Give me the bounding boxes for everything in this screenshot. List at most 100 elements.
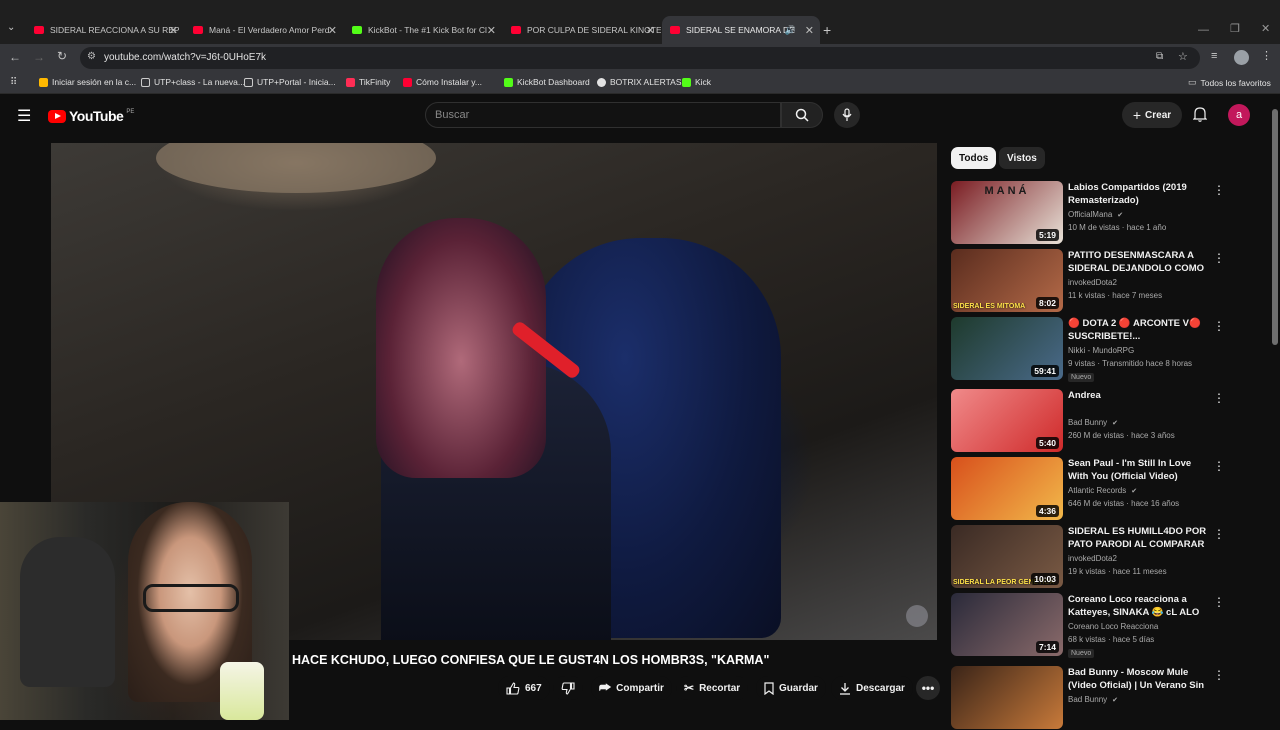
recommendation-item[interactable]: Bad Bunny - Moscow Mule (Video Oficial) … <box>951 666 1251 730</box>
more-options-icon[interactable]: ⋮ <box>1213 668 1225 682</box>
recommendation-channel[interactable]: Coreano Loco Reacciona <box>1068 622 1158 631</box>
download-button[interactable]: Descargar <box>831 676 913 700</box>
more-options-icon[interactable]: ⋮ <box>1213 459 1225 473</box>
recommendation-item[interactable]: MANÁ 5:19 Labios Compartidos (2019 Remaste… <box>951 181 1251 245</box>
minimize-icon[interactable]: — <box>1198 24 1209 36</box>
bookmark-label: Kick <box>695 77 712 87</box>
recommendation-item[interactable]: 59:41 🔴 DOTA 2 🔴 ARCONTE V🔴 SUSCRIBETE!..… <box>951 317 1251 382</box>
close-tab-icon[interactable]: ✕ <box>487 24 496 37</box>
like-count: 667 <box>525 682 542 694</box>
bookmark-item[interactable]: Kick <box>682 77 711 87</box>
channel-watermark-icon[interactable] <box>906 605 928 627</box>
chip-watched[interactable]: Vistos <box>999 147 1045 169</box>
bookmark-item[interactable]: UTP+class - La nueva... <box>141 77 245 87</box>
voice-search-button[interactable] <box>834 102 860 128</box>
audio-playing-icon[interactable]: 🔊 <box>785 25 796 36</box>
close-tab-icon[interactable]: ✕ <box>169 24 178 37</box>
recommendation-title[interactable]: Andrea <box>1068 389 1208 402</box>
bookmark-item[interactable]: Cómo Instalar y... <box>403 77 482 87</box>
dislike-button[interactable] <box>553 676 583 700</box>
bookmark-item[interactable]: BOTRIX ALERTAS <box>597 77 682 87</box>
browser-tab-2[interactable]: Maná - El Verdadero Amor Perd ✕ <box>185 16 343 44</box>
recommendation-title[interactable]: Bad Bunny - Moscow Mule (Video Oficial) … <box>1068 666 1208 693</box>
browser-tab-4[interactable]: POR CULPA DE SIDERAL KINGTE ✕ <box>503 16 661 44</box>
scrollbar-thumb[interactable] <box>1272 109 1278 345</box>
more-options-icon[interactable]: ⋮ <box>1213 391 1225 405</box>
like-button[interactable]: 667 <box>498 676 550 700</box>
media-controls-icon[interactable]: ≡ <box>1211 50 1217 62</box>
recommendation-channel[interactable]: Nikki - MundoRPG <box>1068 346 1134 355</box>
video-thumbnail[interactable]: SIDERAL LA PEOR GENETICA 10:03 <box>951 525 1063 588</box>
recommendation-item[interactable]: SIDERAL LA PEOR GENETICA 10:03 SIDERAL ES … <box>951 525 1251 589</box>
recommendation-channel[interactable]: Bad Bunny ✔ <box>1068 418 1118 427</box>
recommendation-title[interactable]: SIDERAL ES HUMILL4DO POR PATO PARODI AL … <box>1068 525 1208 552</box>
video-thumbnail[interactable]: MANÁ 5:19 <box>951 181 1063 244</box>
recommendation-channel[interactable]: invokedDota2 <box>1068 278 1117 287</box>
more-options-icon[interactable]: ⋮ <box>1213 527 1225 541</box>
more-options-icon[interactable]: ⋮ <box>1213 595 1225 609</box>
bookmark-item[interactable]: UTP+Portal - Inicia... <box>244 77 336 87</box>
search-input[interactable]: Buscar <box>425 102 781 128</box>
clip-button[interactable]: ✂ Recortar <box>676 676 749 700</box>
browser-tab-1[interactable]: SIDERAL REACCIONA A SU REP ✕ <box>26 16 184 44</box>
recommendation-title[interactable]: 🔴 DOTA 2 🔴 ARCONTE V🔴 SUSCRIBETE!... <box>1068 317 1208 343</box>
close-window-icon[interactable]: ✕ <box>1261 22 1270 35</box>
profile-icon[interactable] <box>1234 50 1249 65</box>
recommendation-channel[interactable]: Bad Bunny ✔ <box>1068 695 1118 704</box>
apps-grid-icon[interactable]: ⠿ <box>10 77 17 88</box>
recommendation-title[interactable]: PATITO DESENMASCARA A SIDERAL DEJANDOLO … <box>1068 249 1208 276</box>
verified-check-icon: ✔ <box>1129 488 1138 495</box>
install-app-icon[interactable]: ⧉ <box>1156 51 1163 62</box>
video-thumbnail[interactable]: 4:36 <box>951 457 1063 520</box>
recommendation-title[interactable]: Labios Compartidos (2019 Remasterizado) <box>1068 181 1208 207</box>
account-avatar[interactable]: a <box>1228 104 1250 126</box>
recommendation-channel[interactable]: invokedDota2 <box>1068 554 1117 563</box>
url-text[interactable]: youtube.com/watch?v=J6t-0UHoE7k <box>104 52 266 63</box>
close-tab-icon[interactable]: ✕ <box>328 24 337 37</box>
bookmark-item[interactable]: TikFinity <box>346 77 390 87</box>
hamburger-menu-icon[interactable]: ☰ <box>17 106 31 126</box>
address-bar[interactable]: ⚙ youtube.com/watch?v=J6t-0UHoE7k ⧉ ☆ <box>80 47 1200 69</box>
maximize-icon[interactable]: ❐ <box>1230 22 1240 35</box>
new-tab-icon[interactable]: + <box>823 22 831 38</box>
video-thumbnail[interactable]: 5:40 <box>951 389 1063 452</box>
recommendation-channel[interactable]: OfficialMana ✔ <box>1068 210 1123 219</box>
page-scrollbar[interactable] <box>1270 97 1280 720</box>
browser-menu-icon[interactable]: ⋮ <box>1261 49 1272 62</box>
more-options-icon[interactable]: ⋮ <box>1213 183 1225 197</box>
more-actions-button[interactable]: ••• <box>916 676 940 700</box>
forward-icon[interactable]: → <box>33 50 45 64</box>
reload-icon[interactable]: ↻ <box>57 49 67 63</box>
video-thumbnail[interactable]: SIDERAL ES MITÓMA 8:02 <box>951 249 1063 312</box>
share-button[interactable]: ⮫ Compartir <box>591 676 672 700</box>
close-tab-icon[interactable]: ✕ <box>646 24 655 37</box>
recommendation-title[interactable]: Coreano Loco reacciona a Katteyes, SINAK… <box>1068 593 1208 619</box>
bookmark-label: Todos los favoritos <box>1200 77 1271 88</box>
save-button[interactable]: Guardar <box>756 676 826 700</box>
recommendation-item[interactable]: 5:40 Andrea Bad Bunny ✔ 260 M de vistas · h… <box>951 389 1251 453</box>
browser-tab-active[interactable]: SIDERAL SE ENAMORA DE 🔊 ✕ <box>662 16 820 44</box>
bookmark-item[interactable]: Iniciar sesión en la c... <box>39 77 136 87</box>
recommendation-item[interactable]: SIDERAL ES MITÓMA 8:02 PATITO DESENMASCARA… <box>951 249 1251 313</box>
bookmark-star-icon[interactable]: ☆ <box>1178 50 1188 63</box>
back-icon[interactable]: ← <box>9 50 21 64</box>
site-info-icon[interactable]: ⚙ <box>87 51 96 62</box>
notifications-bell-icon[interactable] <box>1192 106 1208 127</box>
recommendation-item[interactable]: 7:14 Coreano Loco reacciona a Katteyes, S… <box>951 593 1251 658</box>
youtube-logo[interactable]: YouTube PE <box>48 108 134 124</box>
chip-all[interactable]: Todos <box>951 147 997 169</box>
browser-tab-3[interactable]: KickBot - The #1 Kick Bot for Cl ✕ <box>344 16 502 44</box>
recommendation-title[interactable]: Sean Paul - I'm Still In Love With You (… <box>1068 457 1208 483</box>
recommendation-channel[interactable]: Atlantic Records ✔ <box>1068 486 1137 495</box>
all-bookmarks-folder[interactable]: ▭ Todos los favoritos <box>1188 77 1271 88</box>
tab-search-icon[interactable]: ⌄ <box>7 22 15 33</box>
video-thumbnail[interactable]: 59:41 <box>951 317 1063 380</box>
video-thumbnail[interactable]: 7:14 <box>951 593 1063 656</box>
create-button[interactable]: + Crear <box>1122 102 1182 128</box>
more-options-icon[interactable]: ⋮ <box>1213 319 1225 333</box>
close-tab-icon[interactable]: ✕ <box>805 24 814 37</box>
recommendation-item[interactable]: 4:36 Sean Paul - I'm Still In Love With Y… <box>951 457 1251 521</box>
more-options-icon[interactable]: ⋮ <box>1213 251 1225 265</box>
bookmark-item[interactable]: KickBot Dashboard <box>504 77 590 87</box>
search-button[interactable] <box>781 102 823 128</box>
